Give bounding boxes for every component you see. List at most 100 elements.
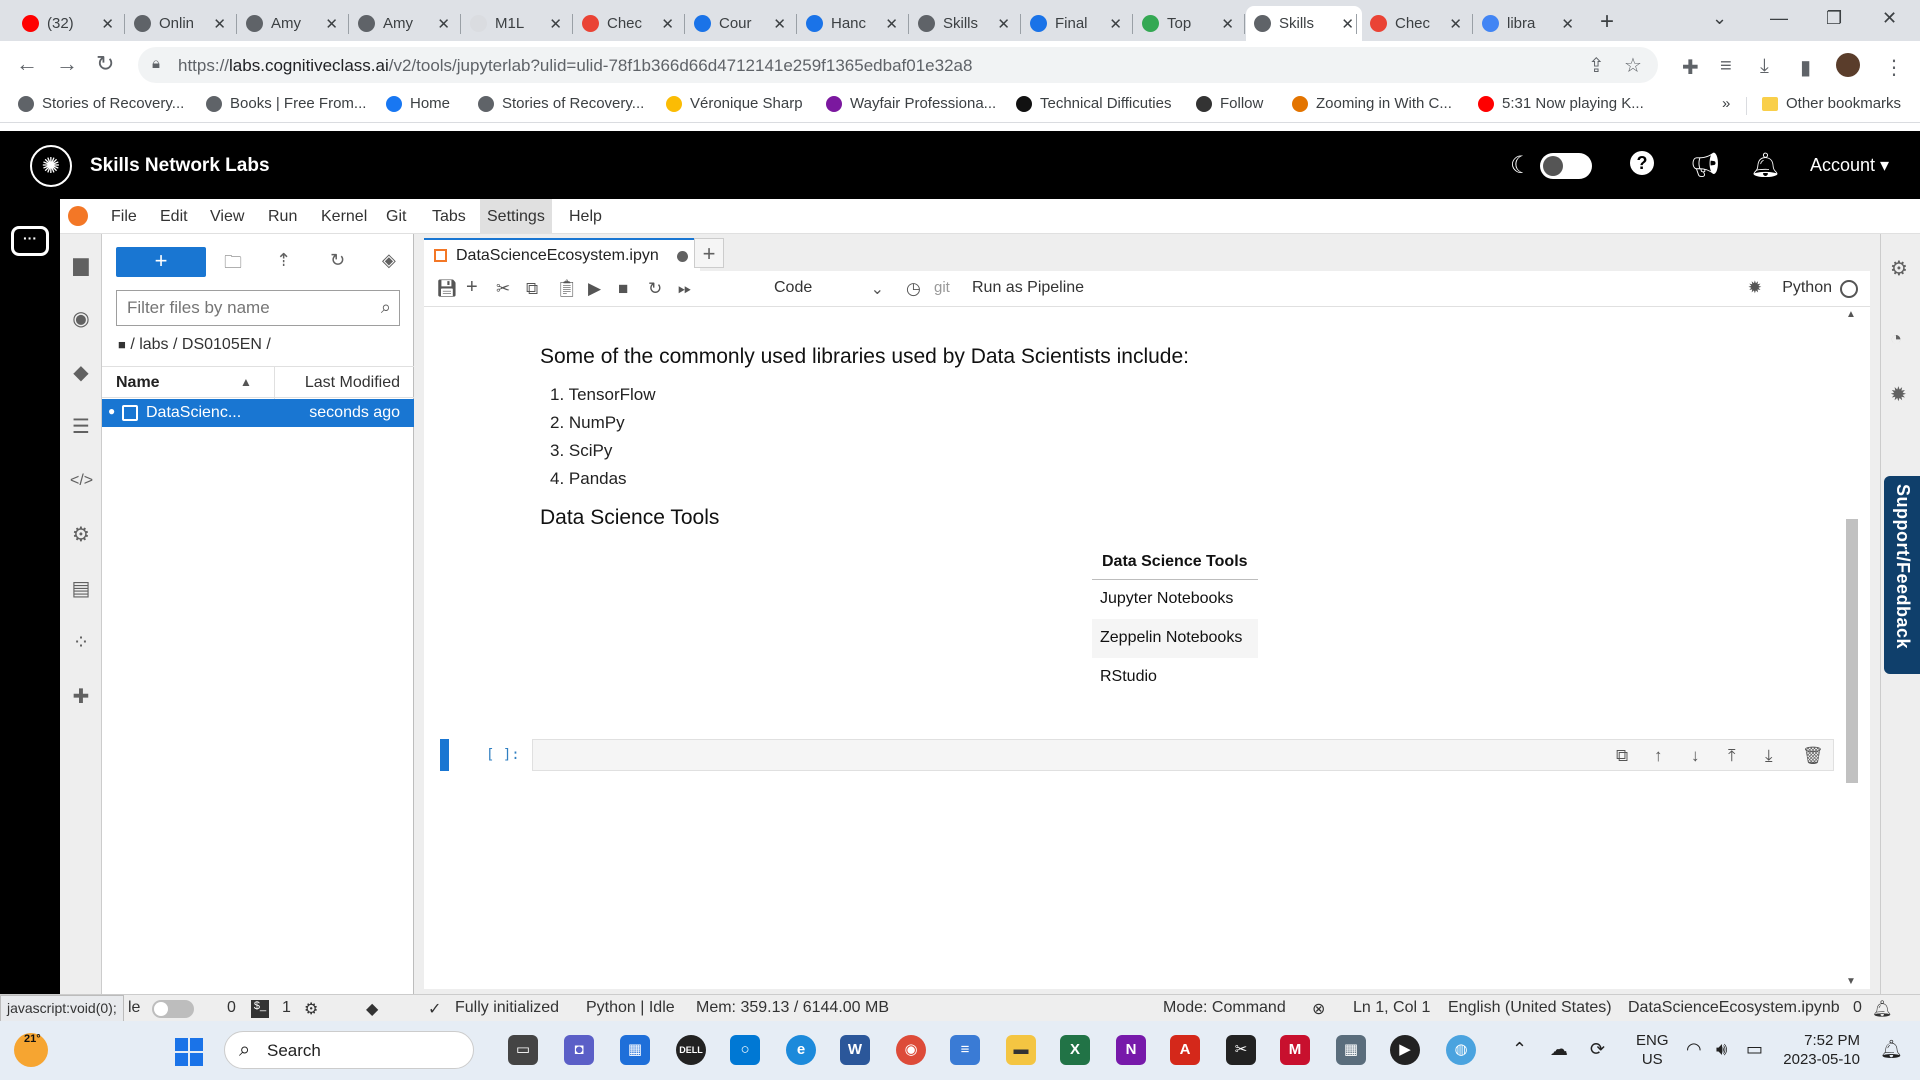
scroll-up-icon[interactable]: ▲ <box>1846 309 1856 320</box>
move-up-icon[interactable]: ↑ <box>1654 746 1663 766</box>
bookmark-item[interactable]: Wayfair Professiona... <box>826 95 996 112</box>
calculator-icon[interactable]: ▦ <box>1336 1035 1366 1065</box>
excel-icon[interactable]: X <box>1060 1035 1090 1065</box>
bookmarks-overflow-button[interactable]: » <box>1722 95 1730 112</box>
breadcrumb-path[interactable]: / labs / DS0105EN / <box>130 336 271 353</box>
close-tab-icon[interactable]: ✕ <box>1341 15 1354 33</box>
snipping-tool-icon[interactable]: ✂ <box>1226 1035 1256 1065</box>
close-tab-icon[interactable]: ✕ <box>773 15 786 33</box>
breadcrumb[interactable]: ■ / labs / DS0105EN / <box>118 336 271 354</box>
minimize-icon[interactable]: — <box>1770 8 1788 29</box>
kernel-count[interactable]: 1 <box>282 999 291 1017</box>
kernel-gear-icon[interactable]: ⚙ <box>304 999 318 1019</box>
chrome-icon[interactable]: ◉ <box>896 1035 926 1065</box>
upload-icon[interactable]: ⇡ <box>276 250 291 271</box>
new-tab-icon[interactable]: + <box>694 238 724 268</box>
store-icon[interactable]: ▦ <box>620 1035 650 1065</box>
new-browser-tab-icon[interactable]: + <box>1600 8 1614 36</box>
browser-tab[interactable]: Amy ✕ <box>238 6 346 41</box>
cursor-position[interactable]: Ln 1, Col 1 <box>1353 999 1430 1017</box>
terminal-icon[interactable]: $_ <box>251 1000 269 1018</box>
bookmark-item[interactable]: Books | Free From... <box>206 95 366 112</box>
close-window-icon[interactable]: ✕ <box>1882 8 1897 29</box>
extensions-icon[interactable]: ✚ <box>1682 55 1699 80</box>
column-name[interactable]: Name <box>116 374 160 392</box>
kernel-name[interactable]: Python <box>1782 279 1832 297</box>
side-panel-icon[interactable]: ▮ <box>1800 55 1811 80</box>
insert-below-icon[interactable]: ⤓ <box>1765 746 1773 766</box>
close-tab-icon[interactable]: ✕ <box>1221 15 1234 33</box>
git-label[interactable]: git <box>934 279 950 296</box>
cut-icon[interactable]: ✂ <box>496 279 510 299</box>
tray-overflow-icon[interactable]: ⌃ <box>1512 1039 1527 1060</box>
profile-avatar[interactable] <box>1836 53 1860 77</box>
dark-mode-toggle[interactable] <box>1540 153 1592 179</box>
address-bar[interactable]: 🔒︎ https://labs.cognitiveclass.ai/v2/too… <box>138 47 1658 83</box>
sort-asc-icon[interactable]: ▲ <box>240 375 252 389</box>
duplicate-cell-icon[interactable]: ⧉ <box>1616 746 1628 766</box>
close-tab-icon[interactable]: ✕ <box>1449 15 1462 33</box>
account-menu[interactable]: Account ▾ <box>1810 155 1889 176</box>
git-clone-icon[interactable]: ◈ <box>382 250 396 271</box>
notification-bell-icon[interactable]: 🔔︎ <box>1872 999 1892 1019</box>
mcafee-icon[interactable]: M <box>1280 1035 1310 1065</box>
bookmark-item[interactable]: Stories of Recovery... <box>478 95 644 112</box>
new-folder-icon[interactable]: 🗀 <box>224 250 242 280</box>
edge-icon[interactable]: e <box>786 1035 816 1065</box>
insert-cell-icon[interactable]: + <box>466 276 478 299</box>
back-icon[interactable]: ← <box>16 51 38 77</box>
acrobat-icon[interactable]: A <box>1170 1035 1200 1065</box>
help-icon[interactable]: ? <box>1630 151 1654 175</box>
file-filter-input[interactable] <box>117 291 357 325</box>
tab-search-icon[interactable]: ⌄ <box>1712 8 1727 29</box>
browser-tab[interactable]: Cour ✕ <box>686 6 794 41</box>
support-feedback-button[interactable]: Support/Feedback <box>1884 476 1920 674</box>
maps-icon[interactable]: ◍ <box>1446 1035 1476 1065</box>
bookmark-item[interactable]: Follow <box>1196 95 1263 112</box>
other-bookmarks[interactable]: Other bookmarks <box>1762 95 1901 112</box>
file-filter-box[interactable]: ⌕ <box>116 290 400 326</box>
refresh-icon[interactable]: ↻ <box>330 250 345 271</box>
file-name[interactable]: DataScienc... <box>146 404 241 422</box>
cell-editor[interactable] <box>532 739 1834 771</box>
notebook-tab[interactable]: DataScienceEcosystem.ipyn <box>424 238 700 271</box>
history-icon[interactable]: ◷ <box>906 279 921 299</box>
property-inspector-icon[interactable]: ⚙ <box>1890 256 1908 281</box>
lock-icon[interactable]: 🔒︎ <box>152 55 160 72</box>
property-inspector-icon[interactable]: ⚙ <box>70 524 92 546</box>
close-tab-icon[interactable]: ✕ <box>549 15 562 33</box>
site-title[interactable]: Skills Network Labs <box>90 155 270 177</box>
cell-type-select[interactable]: Code ⌄ <box>774 279 884 298</box>
stop-icon[interactable]: ■ <box>618 279 628 299</box>
running-kernels-icon[interactable]: ◉ <box>70 308 92 330</box>
table-of-contents-icon[interactable]: ☰ <box>70 416 92 438</box>
restore-icon[interactable]: ❐ <box>1826 8 1842 29</box>
bookmark-item[interactable]: Home <box>386 95 450 112</box>
taskbar-search[interactable]: ⌕ Search <box>224 1031 474 1069</box>
extension-manager-icon[interactable]: ✚ <box>70 686 92 708</box>
download-icon[interactable]: ⤓ <box>1760 55 1769 78</box>
run-as-pipeline-button[interactable]: Run as Pipeline <box>972 279 1084 297</box>
sync-icon[interactable]: ⟳ <box>1590 1039 1605 1060</box>
browser-tab[interactable]: Top ✕ <box>1134 6 1242 41</box>
forward-icon[interactable]: → <box>56 51 78 77</box>
bookmark-item[interactable]: Stories of Recovery... <box>18 95 184 112</box>
bell-icon[interactable]: 🔔︎ <box>1750 151 1780 180</box>
bookmark-item[interactable]: Véronique Sharp <box>666 95 803 112</box>
input-language[interactable]: ENG US <box>1636 1031 1669 1069</box>
browser-tab[interactable]: Hanc ✕ <box>798 6 906 41</box>
components-icon[interactable]: ⁘ <box>70 632 92 654</box>
menu-view[interactable]: View <box>203 199 251 234</box>
browser-menu-icon[interactable]: ⋮ <box>1884 55 1904 80</box>
megaphone-icon[interactable]: 📢︎ <box>1690 151 1720 180</box>
close-tab-icon[interactable]: ✕ <box>325 15 338 33</box>
close-tab-icon[interactable]: ✕ <box>213 15 226 33</box>
browser-tab[interactable]: Skills ✕ <box>910 6 1018 41</box>
onedrive-icon[interactable]: ☁ <box>1550 1039 1568 1060</box>
onenote-icon[interactable]: N <box>1116 1035 1146 1065</box>
save-icon[interactable]: 💾︎ <box>436 279 458 299</box>
cortana-icon[interactable]: ○ <box>730 1035 760 1065</box>
file-row[interactable]: ● DataScienc... seconds ago <box>102 399 414 427</box>
url-text[interactable]: https://labs.cognitiveclass.ai/v2/tools/… <box>178 56 972 76</box>
folder-icon[interactable]: ▆ <box>70 254 92 276</box>
